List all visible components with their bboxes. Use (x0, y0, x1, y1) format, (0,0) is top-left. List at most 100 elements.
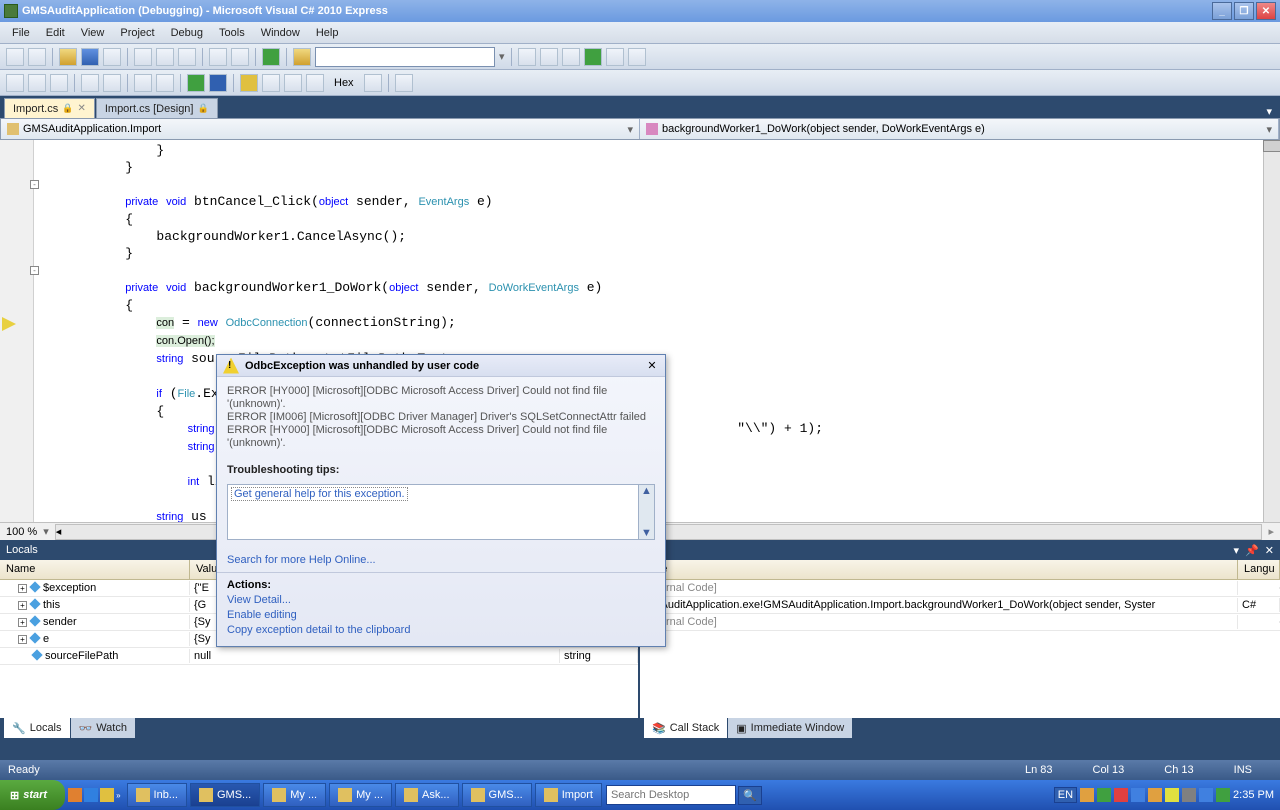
member-selector[interactable]: backgroundWorker1_DoWork(object sender, … (640, 119, 1279, 139)
dropdown-icon[interactable]: ▾ (1234, 544, 1240, 557)
close-icon[interactable]: ✕ (1265, 544, 1274, 557)
save-icon[interactable] (81, 48, 99, 66)
popup-close-icon[interactable]: ✕ (645, 359, 659, 373)
tool-icon[interactable] (50, 74, 68, 92)
toolbar-main: ▾ (0, 44, 1280, 70)
stop-icon[interactable] (209, 74, 227, 92)
pin-icon[interactable]: 📌 (1245, 544, 1259, 557)
add-item-icon[interactable] (28, 48, 46, 66)
tool-icon[interactable] (606, 48, 624, 66)
fold-icon[interactable]: - (30, 180, 39, 189)
tool-icon[interactable] (395, 74, 413, 92)
clock[interactable]: 2:35 PM (1233, 789, 1274, 801)
paste-icon[interactable] (178, 48, 196, 66)
tool-icon[interactable] (584, 48, 602, 66)
taskbar-item[interactable]: My ... (329, 783, 392, 807)
desktop-search-input[interactable] (606, 785, 736, 805)
windows-taskbar: ⊞start » Inb...GMS...My ...My ...Ask...G… (0, 780, 1280, 810)
tab-watch[interactable]: 👓Watch (71, 718, 135, 738)
save-all-icon[interactable] (103, 48, 121, 66)
tab-overflow-icon[interactable]: ▾ (1258, 105, 1280, 118)
indent-icon[interactable] (103, 74, 121, 92)
search-input[interactable] (315, 47, 495, 67)
taskbar-item[interactable]: GMS... (462, 783, 532, 807)
language-indicator[interactable]: EN (1054, 787, 1077, 803)
hex-button[interactable]: Hex (328, 77, 360, 89)
tab-import-cs[interactable]: Import.cs 🔒 ✕ (4, 98, 95, 118)
callstack-grid[interactable]: External Code]MSAuditApplication.exe!GMS… (640, 580, 1280, 718)
step-out-icon[interactable] (306, 74, 324, 92)
scrollbar[interactable]: ▲▼ (638, 485, 654, 539)
tool-icon[interactable] (628, 48, 646, 66)
search-go-icon[interactable]: 🔍 (738, 786, 762, 805)
menu-file[interactable]: File (4, 24, 38, 42)
taskbar-item[interactable]: Ask... (395, 783, 459, 807)
table-row[interactable]: External Code] (640, 580, 1280, 597)
start-button[interactable]: ⊞start (0, 780, 65, 810)
tool-icon[interactable] (28, 74, 46, 92)
taskbar-item[interactable]: Inb... (127, 783, 187, 807)
tool-icon[interactable] (540, 48, 558, 66)
tool-icon[interactable] (364, 74, 382, 92)
menu-tools[interactable]: Tools (211, 24, 253, 42)
tool-icon[interactable] (518, 48, 536, 66)
undo-icon[interactable] (209, 48, 227, 66)
table-row[interactable]: MSAuditApplication.exe!GMSAuditApplicati… (640, 597, 1280, 614)
step-icon[interactable] (240, 74, 258, 92)
uncomment-icon[interactable] (156, 74, 174, 92)
tab-close-icon[interactable]: ✕ (77, 103, 85, 114)
general-help-link[interactable]: Get general help for this exception. (231, 487, 408, 501)
enable-editing-link[interactable]: Enable editing (227, 609, 297, 621)
comment-icon[interactable] (134, 74, 152, 92)
tab-label: Import.cs (13, 103, 58, 115)
menu-view[interactable]: View (73, 24, 113, 42)
start-debug-icon[interactable] (262, 48, 280, 66)
table-row[interactable]: External Code] (640, 614, 1280, 631)
continue-icon[interactable] (187, 74, 205, 92)
tool-icon[interactable] (6, 74, 24, 92)
editor-scrollbar[interactable] (1263, 140, 1280, 522)
step-over-icon[interactable] (284, 74, 302, 92)
popup-header[interactable]: OdbcException was unhandled by user code… (217, 355, 665, 377)
redo-icon[interactable] (231, 48, 249, 66)
view-detail-link[interactable]: View Detail... (227, 594, 291, 606)
col-name[interactable]: Name (0, 560, 190, 579)
table-row[interactable]: sourceFilePathnullstring (0, 648, 638, 665)
step-into-icon[interactable] (262, 74, 280, 92)
status-line: Ln 83 (1025, 764, 1053, 776)
tab-immediate[interactable]: ▣Immediate Window (728, 718, 852, 738)
menu-edit[interactable]: Edit (38, 24, 73, 42)
minimize-button[interactable]: _ (1212, 2, 1232, 20)
maximize-button[interactable]: ❐ (1234, 2, 1254, 20)
tips-box[interactable]: Get general help for this exception. ▲▼ (227, 484, 655, 540)
menu-project[interactable]: Project (112, 24, 162, 42)
system-tray: EN 2:35 PM (1054, 787, 1280, 803)
tab-callstack[interactable]: 📚Call Stack (644, 718, 727, 738)
fold-icon[interactable]: - (30, 266, 39, 275)
menu-bar: File Edit View Project Debug Tools Windo… (0, 22, 1280, 44)
class-selector[interactable]: GMSAuditApplication.Import ▾ (1, 119, 640, 139)
taskbar-item[interactable]: Import (535, 783, 602, 807)
col-lang[interactable]: Langu (1238, 560, 1280, 579)
taskbar-item[interactable]: My ... (263, 783, 326, 807)
find-icon[interactable] (293, 48, 311, 66)
copy-icon[interactable] (156, 48, 174, 66)
menu-debug[interactable]: Debug (163, 24, 211, 42)
close-button[interactable]: ✕ (1256, 2, 1276, 20)
tab-locals[interactable]: 🔧Locals (4, 718, 70, 738)
open-icon[interactable] (59, 48, 77, 66)
taskbar-item[interactable]: GMS... (190, 783, 260, 807)
outdent-icon[interactable] (81, 74, 99, 92)
menu-help[interactable]: Help (308, 24, 347, 42)
split-handle[interactable] (1263, 140, 1280, 152)
tool-icon[interactable] (562, 48, 580, 66)
zoom-level[interactable]: 100 % (6, 526, 37, 538)
menu-window[interactable]: Window (253, 24, 308, 42)
col-name[interactable]: ame (640, 560, 1238, 579)
app-icon (4, 4, 18, 18)
new-project-icon[interactable] (6, 48, 24, 66)
tab-import-design[interactable]: Import.cs [Design] 🔒 (96, 98, 218, 118)
cut-icon[interactable] (134, 48, 152, 66)
search-help-link[interactable]: Search for more Help Online... (227, 554, 376, 566)
copy-exception-link[interactable]: Copy exception detail to the clipboard (227, 624, 410, 636)
